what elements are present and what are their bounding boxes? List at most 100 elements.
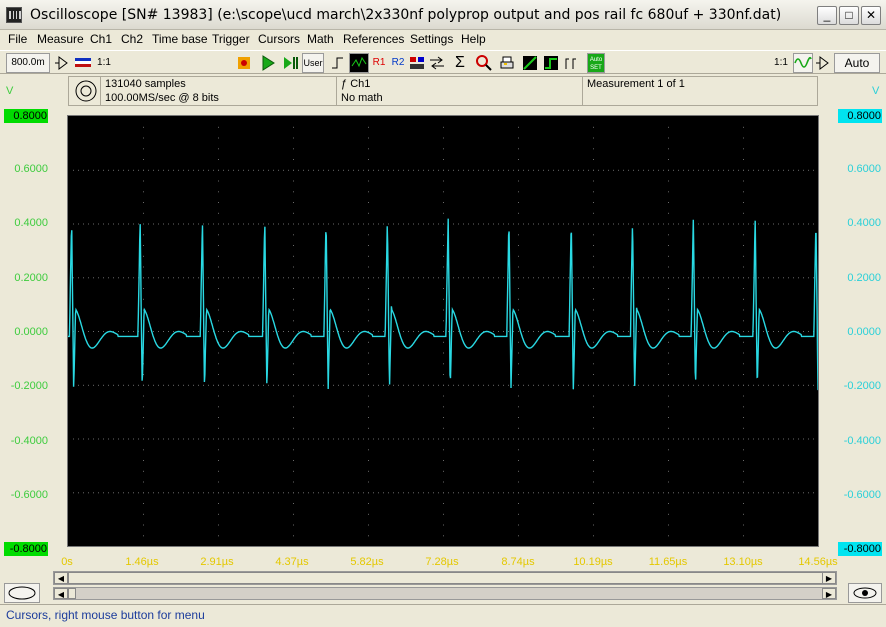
- record-mode-icon[interactable]: [69, 77, 101, 105]
- title-bar[interactable]: Oscilloscope [SN# 13983] (e:\scope\ucd m…: [0, 0, 886, 30]
- trigger-mode-icon[interactable]: [813, 53, 833, 73]
- trigger-arrow-icon[interactable]: [52, 53, 72, 73]
- grid-dot: [293, 202, 294, 203]
- channel-info[interactable]: ƒ Ch1 No math: [337, 77, 583, 105]
- menu-math[interactable]: Math: [307, 32, 334, 46]
- grid-dot: [743, 341, 744, 343]
- pulse-icon[interactable]: [562, 53, 582, 73]
- grid-dot: [738, 331, 739, 332]
- grid-dot: [408, 223, 409, 225]
- grid-dot: [488, 223, 489, 225]
- grid-dot: [593, 374, 594, 375]
- grid-dot: [293, 309, 294, 311]
- persistence-icon[interactable]: [541, 53, 561, 73]
- grid-dot: [428, 492, 429, 494]
- zoom-1-1-button[interactable]: 1:1: [94, 53, 114, 73]
- menu-time-base[interactable]: Time base: [152, 32, 208, 46]
- grid-dot: [728, 223, 729, 225]
- auto-trigger-button[interactable]: Auto: [834, 53, 880, 73]
- grid-dot: [588, 438, 589, 440]
- run-repeat-icon[interactable]: [280, 53, 300, 73]
- ellipse-view-button[interactable]: [4, 583, 40, 603]
- grid-dot: [433, 169, 434, 171]
- grid-dot: [538, 331, 539, 332]
- scroll-thumb[interactable]: [68, 572, 824, 584]
- grid-dot: [463, 223, 464, 225]
- grid-dot: [348, 384, 349, 386]
- grid-dot: [298, 331, 299, 332]
- autoset-button[interactable]: Auto SET: [587, 53, 605, 73]
- grid-dot: [518, 277, 519, 279]
- run-icon[interactable]: [258, 53, 278, 73]
- menu-trigger[interactable]: Trigger: [212, 32, 250, 46]
- grid-dot: [658, 492, 659, 494]
- grid-dot: [708, 438, 709, 440]
- scroll-left-arrow[interactable]: ◀: [54, 572, 68, 584]
- menu-references[interactable]: References: [343, 32, 404, 46]
- reference-r2-button[interactable]: R2: [389, 53, 407, 73]
- grid-dot: [148, 169, 149, 171]
- horizontal-scrollbar-secondary[interactable]: ◀ ▶: [53, 587, 837, 600]
- grid-dot: [123, 384, 124, 386]
- right-zoom-button[interactable]: 1:1: [770, 53, 792, 73]
- grid-dot: [643, 169, 644, 171]
- scope-plot-area[interactable]: [67, 115, 819, 547]
- swap-icon[interactable]: [427, 53, 447, 73]
- record-icon[interactable]: [234, 53, 254, 73]
- zoom-search-icon[interactable]: [474, 53, 494, 73]
- horizontal-scrollbar-main[interactable]: ◀ ▶: [53, 571, 837, 585]
- grid-dot: [133, 277, 134, 279]
- grid-dot: [593, 438, 594, 440]
- print-icon[interactable]: [497, 53, 517, 73]
- grid-dot: [163, 438, 164, 440]
- grid-dot: [368, 384, 369, 386]
- sum-icon[interactable]: Σ: [450, 53, 470, 73]
- minimize-button[interactable]: _: [817, 6, 837, 25]
- eye-view-button[interactable]: [848, 583, 882, 603]
- grid-dot: [483, 438, 484, 440]
- grid-dot: [143, 255, 144, 257]
- channel-flags-icon[interactable]: [73, 53, 93, 73]
- display-mode-icon[interactable]: [520, 53, 540, 73]
- scroll2-left-arrow[interactable]: ◀: [54, 588, 68, 599]
- grid-dot: [443, 352, 444, 354]
- grid-dot: [78, 277, 79, 279]
- menu-settings[interactable]: Settings: [410, 32, 453, 46]
- grid-dot: [573, 169, 574, 171]
- scroll-right-arrow[interactable]: ▶: [822, 572, 836, 584]
- menu-cursors[interactable]: Cursors: [258, 32, 300, 46]
- grid-dot: [793, 438, 794, 440]
- timebase-value-box[interactable]: 800.0m: [6, 53, 50, 73]
- grid-dot: [638, 492, 639, 494]
- measurement-info[interactable]: Measurement 1 of 1: [583, 77, 817, 105]
- scroll2-thumb[interactable]: [68, 588, 76, 599]
- close-button[interactable]: ✕: [861, 6, 881, 25]
- menu-ch1[interactable]: Ch1: [90, 32, 112, 46]
- grid-dot: [283, 384, 284, 386]
- grid-dot: [128, 384, 129, 386]
- grid-dot: [748, 277, 749, 279]
- grid-dot: [503, 169, 504, 171]
- grid-dot: [723, 384, 724, 386]
- trigger-edge-icon[interactable]: [328, 53, 348, 73]
- grid-dot: [158, 277, 159, 279]
- menu-file[interactable]: File: [8, 32, 27, 46]
- channel-config-icon[interactable]: [407, 53, 427, 73]
- grid-dot: [303, 492, 304, 494]
- scroll2-right-arrow[interactable]: ▶: [822, 588, 836, 599]
- grid-dot: [763, 492, 764, 494]
- menu-ch2[interactable]: Ch2: [121, 32, 143, 46]
- scope-view-icon[interactable]: [349, 53, 369, 73]
- reference-r1-button[interactable]: R1: [370, 53, 388, 73]
- grid-dot: [788, 384, 789, 386]
- grid-dot: [633, 169, 634, 171]
- menu-help[interactable]: Help: [461, 32, 486, 46]
- maximize-button[interactable]: □: [839, 6, 859, 25]
- user-button[interactable]: User: [302, 53, 324, 73]
- menu-measure[interactable]: Measure: [37, 32, 84, 46]
- sine-wave-icon[interactable]: [793, 53, 813, 73]
- grid-dot: [98, 331, 99, 332]
- grid-dot: [223, 384, 224, 386]
- grid-dot: [158, 384, 159, 386]
- grid-dot: [193, 438, 194, 440]
